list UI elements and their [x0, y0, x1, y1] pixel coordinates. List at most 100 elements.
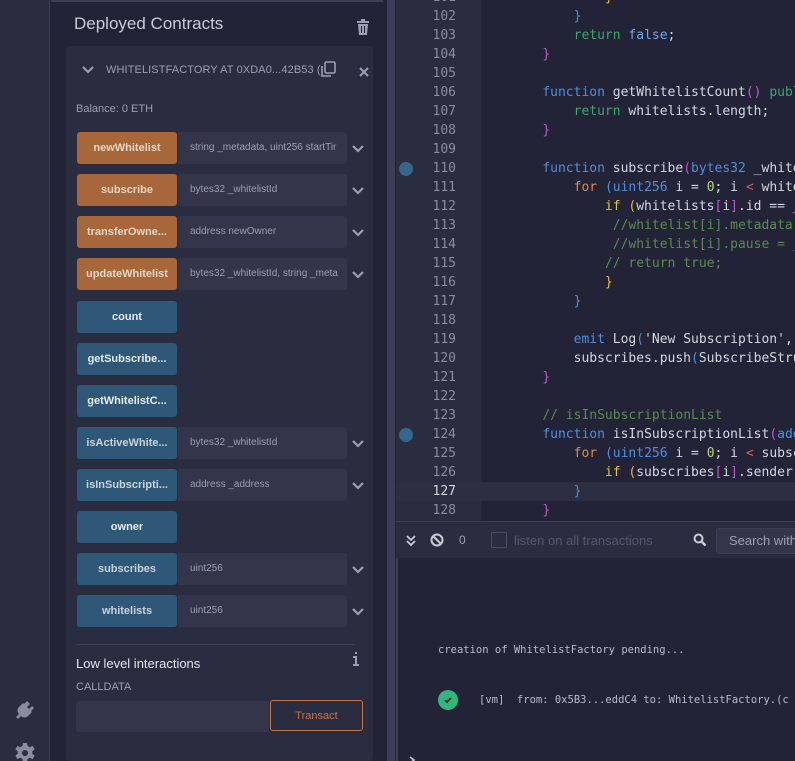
- double-chevron-down-icon[interactable]: [405, 534, 417, 547]
- code-line[interactable]: 124 function isInSubscriptionList(addres…: [396, 425, 795, 444]
- clear-console-icon[interactable]: [430, 533, 444, 547]
- code-line[interactable]: 112 if (whitelists[i].id == _whit: [396, 197, 795, 216]
- chevron-down-icon[interactable]: [351, 605, 365, 617]
- log-transaction[interactable]: [vm] from: 0x5B3...eddC4 to: WhitelistFa…: [479, 694, 789, 706]
- code-line[interactable]: 107 return whitelists.length;: [396, 102, 795, 121]
- function-params-input[interactable]: uint256: [178, 595, 347, 627]
- plugin-manager-icon[interactable]: [13, 699, 37, 723]
- terminal-toolbar: 0 listen on all transactions Search with: [396, 521, 795, 558]
- code-line[interactable]: 128 }: [396, 501, 795, 520]
- function-params-input[interactable]: string _metadata, uint256 startTir: [178, 132, 347, 164]
- copy-icon[interactable]: [320, 61, 336, 78]
- code-text: }: [573, 9, 582, 24]
- line-number: 114: [432, 237, 456, 252]
- code-line[interactable]: 110 function subscribe(bytes32 _whitelis…: [396, 159, 795, 178]
- chevron-down-icon[interactable]: [351, 226, 365, 238]
- listen-all-checkbox[interactable]: [491, 532, 507, 548]
- code-line[interactable]: 116 }: [396, 273, 795, 292]
- code-line[interactable]: 121 }: [396, 368, 795, 387]
- function-row: transferOwne... address newOwner: [77, 216, 367, 248]
- code-line[interactable]: 106 function getWhitelistCount() public …: [396, 83, 795, 102]
- function-button[interactable]: isInSubscripti...: [77, 469, 177, 501]
- function-params-input[interactable]: address newOwner: [178, 216, 347, 248]
- code-line[interactable]: 109: [396, 140, 795, 159]
- line-number: 109: [432, 142, 456, 157]
- function-button[interactable]: getWhitelistC...: [77, 385, 177, 417]
- icon-rail: [0, 0, 50, 761]
- panel-scrollbar[interactable]: [387, 0, 395, 761]
- code-line[interactable]: 101 }: [396, 0, 795, 7]
- function-row: owner: [77, 511, 367, 543]
- code-line[interactable]: 123 // isInSubscriptionList: [396, 406, 795, 425]
- code-line[interactable]: 118: [396, 311, 795, 330]
- function-params-input[interactable]: uint256: [178, 553, 347, 585]
- code-line[interactable]: 125 for (uint256 i = 0; i < subscribe: [396, 444, 795, 463]
- code-line[interactable]: 114 //whitelist[i].pause = _p: [396, 235, 795, 254]
- function-button[interactable]: getSubscribe...: [77, 343, 177, 375]
- chevron-down-icon[interactable]: [351, 479, 365, 491]
- terminal-search-input[interactable]: Search with: [716, 528, 795, 554]
- code-line[interactable]: 105: [396, 64, 795, 83]
- terminal-output: creation of WhitelistFactory pending... …: [396, 558, 795, 761]
- function-row: subscribe bytes32 _whitelistId: [77, 174, 367, 206]
- function-button[interactable]: subscribes: [77, 553, 177, 585]
- function-button[interactable]: whitelists: [77, 595, 177, 627]
- line-number: 112: [432, 199, 456, 214]
- chevron-down-icon[interactable]: [351, 184, 365, 196]
- code-line[interactable]: 104 }: [396, 45, 795, 64]
- code-line[interactable]: 108 }: [396, 121, 795, 140]
- code-text: return false;: [573, 28, 676, 43]
- function-button[interactable]: subscribe: [77, 174, 177, 206]
- code-text: function subscribe(bytes32 _whitelist: [542, 161, 795, 176]
- code-line[interactable]: 122: [396, 387, 795, 406]
- function-button[interactable]: updateWhitelist: [77, 258, 177, 290]
- deploy-run-panel: Deployed Contracts WHITELISTFACTORY AT 0…: [51, 0, 383, 761]
- code-text: }: [542, 370, 551, 385]
- code-line[interactable]: 117 }: [396, 292, 795, 311]
- contract-balance: Balance: 0 ETH: [76, 103, 154, 115]
- info-icon[interactable]: [352, 652, 360, 666]
- chevron-down-icon[interactable]: [351, 142, 365, 154]
- trash-icon[interactable]: [356, 19, 370, 35]
- function-row: count: [77, 301, 367, 333]
- chevron-down-icon[interactable]: [351, 563, 365, 575]
- code-line[interactable]: 102 }: [396, 7, 795, 26]
- function-params-input[interactable]: address _address: [178, 469, 347, 501]
- transact-button[interactable]: Transact: [270, 700, 363, 731]
- code-line[interactable]: 111 for (uint256 i = 0; i < whitelist: [396, 178, 795, 197]
- chevron-down-icon[interactable]: [351, 437, 365, 449]
- function-params-input[interactable]: bytes32 _whitelistId: [178, 427, 347, 459]
- function-params-input[interactable]: bytes32 _whitelistId, string _meta: [178, 258, 347, 290]
- function-button[interactable]: count: [77, 301, 177, 333]
- calldata-input[interactable]: [76, 701, 269, 732]
- code-text: for (uint256 i = 0; i < whitelist: [573, 180, 795, 195]
- chevron-down-icon[interactable]: [351, 268, 365, 280]
- code-text: if (subscribes[i].sender == _: [604, 465, 793, 480]
- line-number: 126: [432, 465, 456, 480]
- code-line[interactable]: 120 subscribes.push(SubscribeStruct(_: [396, 349, 795, 368]
- function-button[interactable]: newWhitelist: [77, 132, 177, 164]
- function-button[interactable]: transferOwne...: [77, 216, 177, 248]
- code-editor[interactable]: 101 }102 }103 return false;104 }105106 f…: [396, 0, 795, 521]
- code-text: }: [511, 0, 613, 7]
- line-number: 119: [432, 332, 456, 347]
- function-row: subscribes uint256: [77, 553, 367, 585]
- code-line[interactable]: 126 if (subscribes[i].sender == _: [396, 463, 795, 482]
- low-level-title: Low level interactions: [76, 656, 201, 671]
- code-line[interactable]: 103 return false;: [396, 26, 795, 45]
- function-button[interactable]: isActiveWhite...: [77, 427, 177, 459]
- function-button[interactable]: owner: [77, 511, 177, 543]
- line-number: 110: [432, 161, 456, 176]
- code-line[interactable]: 127 }: [396, 482, 795, 501]
- line-number: 121: [432, 370, 456, 385]
- function-row: isActiveWhite... bytes32 _whitelistId: [77, 427, 367, 459]
- line-number: 104: [432, 47, 456, 62]
- settings-gear-icon[interactable]: [13, 741, 37, 761]
- function-params-input[interactable]: bytes32 _whitelistId: [178, 174, 347, 206]
- code-line[interactable]: 115 // return true;: [396, 254, 795, 273]
- contract-title: WHITELISTFACTORY AT 0XDA0...42B53 (: [106, 64, 321, 76]
- code-line[interactable]: 119 emit Log('New Subscription', gasl: [396, 330, 795, 349]
- code-line[interactable]: 113 //whitelist[i].metadata =: [396, 216, 795, 235]
- close-icon[interactable]: [359, 64, 369, 77]
- chevron-down-icon[interactable]: [81, 63, 95, 77]
